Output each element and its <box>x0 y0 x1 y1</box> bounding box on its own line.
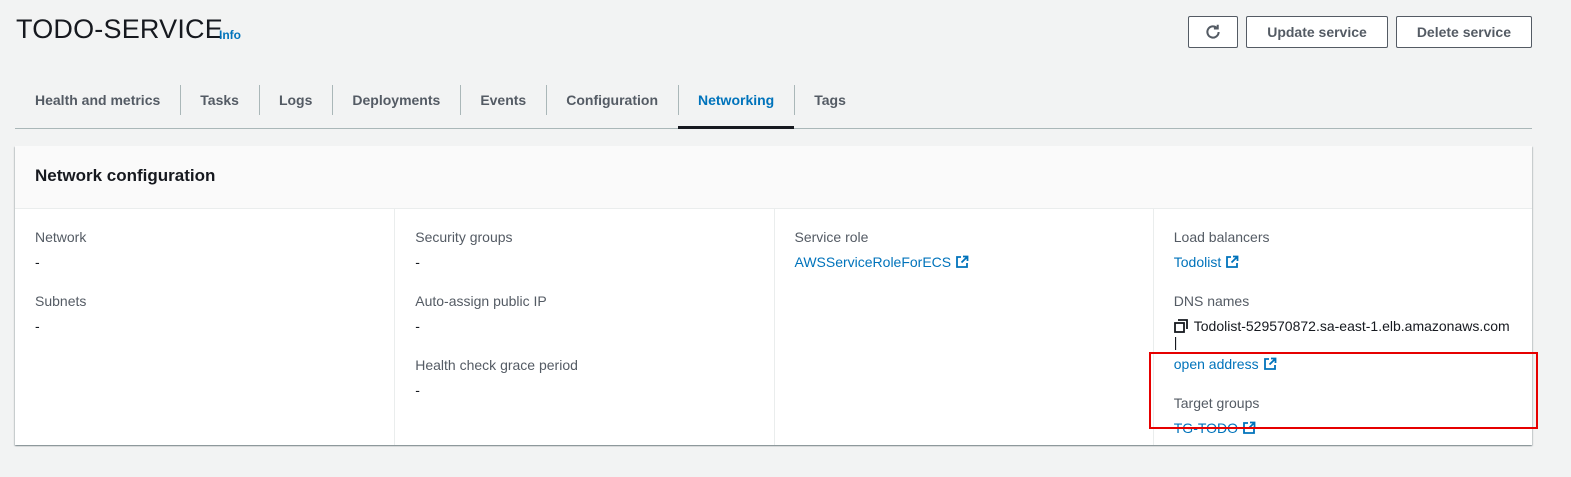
copy-icon[interactable] <box>1173 319 1188 333</box>
refresh-icon <box>1206 24 1220 39</box>
dns-names-row: Todolist-529570872.sa-east-1.elb.amazona… <box>1174 318 1512 350</box>
security-groups-value: - <box>415 254 420 270</box>
tab-configuration[interactable]: Configuration <box>546 72 678 128</box>
load-balancers-label: Load balancers <box>1173 229 1270 245</box>
load-balancers-row: Todolist <box>1174 254 1512 270</box>
page-header: TODO-SERVICE Info Update service Delete … <box>16 12 1532 52</box>
network-value: - <box>35 254 40 270</box>
service-role-label: Service role <box>794 229 869 245</box>
auto-assign-ip-label: Auto-assign public IP <box>415 293 547 309</box>
subnets-label: Subnets <box>35 293 87 309</box>
dns-name-value: Todolist-529570872.sa-east-1.elb.amazona… <box>1173 318 1510 350</box>
config-column-4: Load balancers Todolist DNS names Todoli… <box>1148 209 1538 445</box>
load-balancers-field: Load balancers Todolist <box>1174 229 1512 270</box>
config-column-2: Security groups - Auto-assign public IP … <box>394 209 773 445</box>
config-column-3: Service role AWSServiceRoleForECS <box>773 209 1153 445</box>
auto-assign-ip-value: - <box>415 318 420 334</box>
external-link-icon[interactable] <box>955 255 969 269</box>
security-groups-field: Security groups - <box>415 229 753 270</box>
dns-highlight-box <box>1148 352 1538 429</box>
tab-health-and-metrics[interactable]: Health and metrics <box>15 72 180 128</box>
load-balancer-link[interactable]: Todolist <box>1174 254 1221 270</box>
delete-service-button[interactable]: Delete service <box>1395 16 1532 48</box>
service-role-link[interactable]: AWSServiceRoleForECS <box>795 254 952 270</box>
tab-tasks[interactable]: Tasks <box>180 72 259 128</box>
config-column-1: Network - Subnets - <box>15 209 394 445</box>
panel-title: Network configuration <box>35 166 216 185</box>
health-check-value: - <box>415 382 420 398</box>
security-groups-label: Security groups <box>415 229 513 245</box>
refresh-button[interactable] <box>1188 16 1239 48</box>
header-actions: Update service Delete service <box>1188 16 1532 48</box>
dns-names-label: DNS names <box>1173 293 1250 309</box>
network-field: Network - <box>35 229 374 270</box>
network-configuration-panel: Network configuration Network - Subnets … <box>15 146 1538 445</box>
config-columns: Network - Subnets - Security groups - Au… <box>15 209 1538 445</box>
health-check-field: Health check grace period - <box>415 357 753 398</box>
service-role-field: Service role AWSServiceRoleForECS <box>795 229 1133 270</box>
auto-assign-ip-field: Auto-assign public IP - <box>415 293 753 334</box>
tab-logs[interactable]: Logs <box>258 72 332 128</box>
external-link-icon[interactable] <box>1225 255 1239 269</box>
tab-events[interactable]: Events <box>460 72 546 128</box>
subnets-field: Subnets - <box>35 293 374 334</box>
network-label: Network <box>35 229 87 245</box>
page-title: TODO-SERVICE <box>16 14 223 44</box>
tab-networking[interactable]: Networking <box>678 72 795 129</box>
tab-deployments[interactable]: Deployments <box>332 72 460 128</box>
update-service-button[interactable]: Update service <box>1246 16 1388 48</box>
panel-header: Network configuration <box>15 146 1532 209</box>
tab-tags[interactable]: Tags <box>794 72 866 128</box>
service-role-row: AWSServiceRoleForECS <box>795 254 1133 270</box>
tab-bar: Health and metrics Tasks Logs Deployment… <box>15 72 1532 129</box>
info-link[interactable]: Info <box>219 28 241 42</box>
subnets-value: - <box>35 318 40 334</box>
health-check-label: Health check grace period <box>415 357 578 373</box>
